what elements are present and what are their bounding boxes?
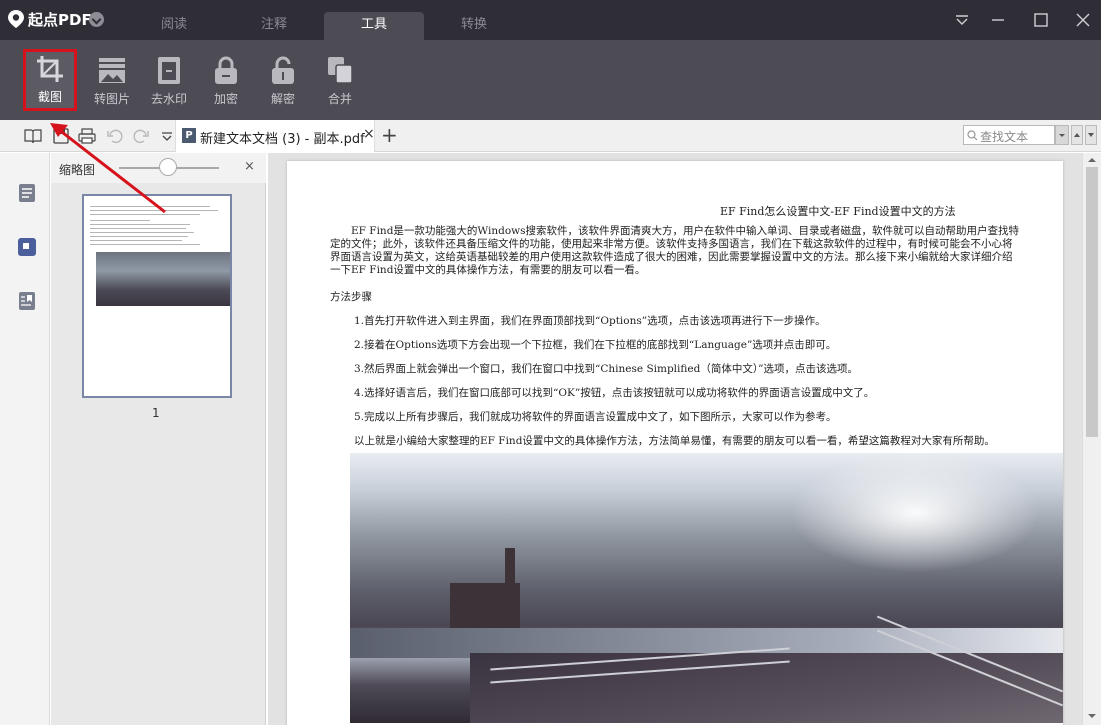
watermark-remove-icon <box>158 57 180 84</box>
lock-icon <box>215 56 237 84</box>
screenshot-button[interactable]: 截图 <box>23 49 77 111</box>
close-icon[interactable] <box>1073 10 1093 30</box>
encrypt-label: 加密 <box>213 92 238 106</box>
thumbnail-panel: 缩略图 × 1 <box>51 153 266 725</box>
scroll-up-icon[interactable] <box>1087 155 1097 165</box>
remove-watermark-label: 去水印 <box>150 92 187 106</box>
thumbnail-panel-close-button[interactable]: × <box>244 159 255 174</box>
print-icon[interactable] <box>78 127 96 145</box>
step-2: 2.接着在Options选项下方会出现一个下拉框，我们在下拉框的底部找到“Lan… <box>354 339 837 351</box>
thumbnail-zoom-slider-handle[interactable] <box>159 158 177 176</box>
side-panel-strip <box>0 153 50 725</box>
chevron-up-icon <box>1074 133 1080 137</box>
title-bar: 起点PDF 阅读 注释 工具 转换 <box>0 0 1101 40</box>
document-tab[interactable]: P 新建文本文档 (3) - 副本.pdf × <box>175 120 375 152</box>
tab-convert[interactable]: 转换 <box>424 12 524 40</box>
page-photo <box>350 453 1063 723</box>
maximize-icon[interactable] <box>1031 10 1051 30</box>
summary-line: 以上就是小编给大家整理的EF Find设置中文的具体操作方法，方法简单易懂，有需… <box>354 435 995 447</box>
crop-icon <box>37 56 63 82</box>
search-icon <box>967 130 978 141</box>
pdf-file-icon: P <box>182 128 196 143</box>
bookmark-icon[interactable] <box>17 291 37 311</box>
search-placeholder: 查找文本 <box>980 130 1029 144</box>
save-icon[interactable] <box>52 127 70 145</box>
pdf-page: EF Find怎么设置中文-EF Find设置中文的方法 EF Find是一款功… <box>287 161 1063 725</box>
document-tab-close-button[interactable]: × <box>363 126 375 142</box>
app-logo-icon <box>8 10 24 28</box>
thumbnail-page-number: 1 <box>152 406 160 420</box>
decrypt-button[interactable]: 解密 <box>256 52 310 112</box>
page-heading: EF Find怎么设置中文-EF Find设置中文的方法 <box>720 205 956 218</box>
chevron-down-icon <box>1059 134 1065 137</box>
screenshot-label: 截图 <box>37 90 62 104</box>
scrollbar-thumb[interactable] <box>1086 167 1098 437</box>
search-next-button[interactable] <box>1085 125 1097 145</box>
image-convert-icon <box>99 58 125 83</box>
chevron-down-icon <box>1088 133 1094 137</box>
app-name: 起点PDF <box>28 11 92 29</box>
book-view-icon[interactable] <box>24 127 42 145</box>
search-input[interactable]: 查找文本 <box>963 125 1055 145</box>
step-3: 3.然后界面上就会弹出一个窗口，我们在窗口中找到“Chinese Simplif… <box>354 363 858 375</box>
chevron-down-icon[interactable] <box>158 127 176 145</box>
undo-icon[interactable] <box>106 127 124 145</box>
search-options-dropdown[interactable] <box>1055 125 1069 145</box>
thumbnail-panel-header: 缩略图 × <box>51 153 266 183</box>
thumbnail-panel-title: 缩略图 <box>59 163 96 177</box>
merge-button[interactable]: 合并 <box>313 52 367 112</box>
vertical-scrollbar[interactable] <box>1082 153 1101 725</box>
app-menu-dropdown-icon[interactable] <box>89 12 104 27</box>
page-list-icon[interactable] <box>17 183 37 203</box>
step-5: 5.完成以上所有步骤后，我们就成功将软件的界面语言设置成中文了，如下图所示，大家… <box>354 411 837 423</box>
document-tab-title: 新建文本文档 (3) - 副本.pdf <box>200 132 365 147</box>
step-4: 4.选择好语言后，我们在窗口底部可以找到“OK”按钮，点击该按钮就可以成功将软件… <box>354 387 875 399</box>
thumbnail-photo <box>96 252 230 306</box>
tools-toolbar: 截图 转图片 去水印 加密 解密 合并 <box>0 40 1101 120</box>
document-toolbar: P 新建文本文档 (3) - 副本.pdf × + <box>0 120 1101 152</box>
tab-annotate[interactable]: 注释 <box>224 12 324 40</box>
remove-watermark-button[interactable]: 去水印 <box>142 52 196 112</box>
decrypt-label: 解密 <box>270 92 295 106</box>
merge-icon <box>328 57 353 84</box>
page-thumbnail[interactable] <box>82 194 232 398</box>
unlock-icon <box>272 56 294 84</box>
thumbnail-icon[interactable] <box>17 237 37 257</box>
merge-label: 合并 <box>327 92 352 106</box>
minimize-icon[interactable] <box>988 10 1008 30</box>
step-1: 1.首先打开软件进入到主界面，我们在界面顶部找到“Options”选项，点击该选… <box>354 315 826 327</box>
document-viewport: EF Find怎么设置中文-EF Find设置中文的方法 EF Find是一款功… <box>268 153 1082 725</box>
encrypt-button[interactable]: 加密 <box>199 52 253 112</box>
redo-icon[interactable] <box>132 127 150 145</box>
menu-dropdown-icon[interactable] <box>952 10 972 30</box>
page-intro-paragraph: EF Find是一款功能强大的Windows搜索软件，该软件界面清爽大方，用户在… <box>330 225 1020 276</box>
section-heading: 方法步骤 <box>330 291 372 303</box>
new-tab-button[interactable]: + <box>381 123 398 147</box>
tab-tools[interactable]: 工具 <box>324 12 424 40</box>
tab-read[interactable]: 阅读 <box>124 12 224 40</box>
to-image-button[interactable]: 转图片 <box>85 52 139 112</box>
scroll-down-icon[interactable] <box>1087 711 1097 721</box>
to-image-label: 转图片 <box>93 92 130 106</box>
search-previous-button[interactable] <box>1071 125 1083 145</box>
